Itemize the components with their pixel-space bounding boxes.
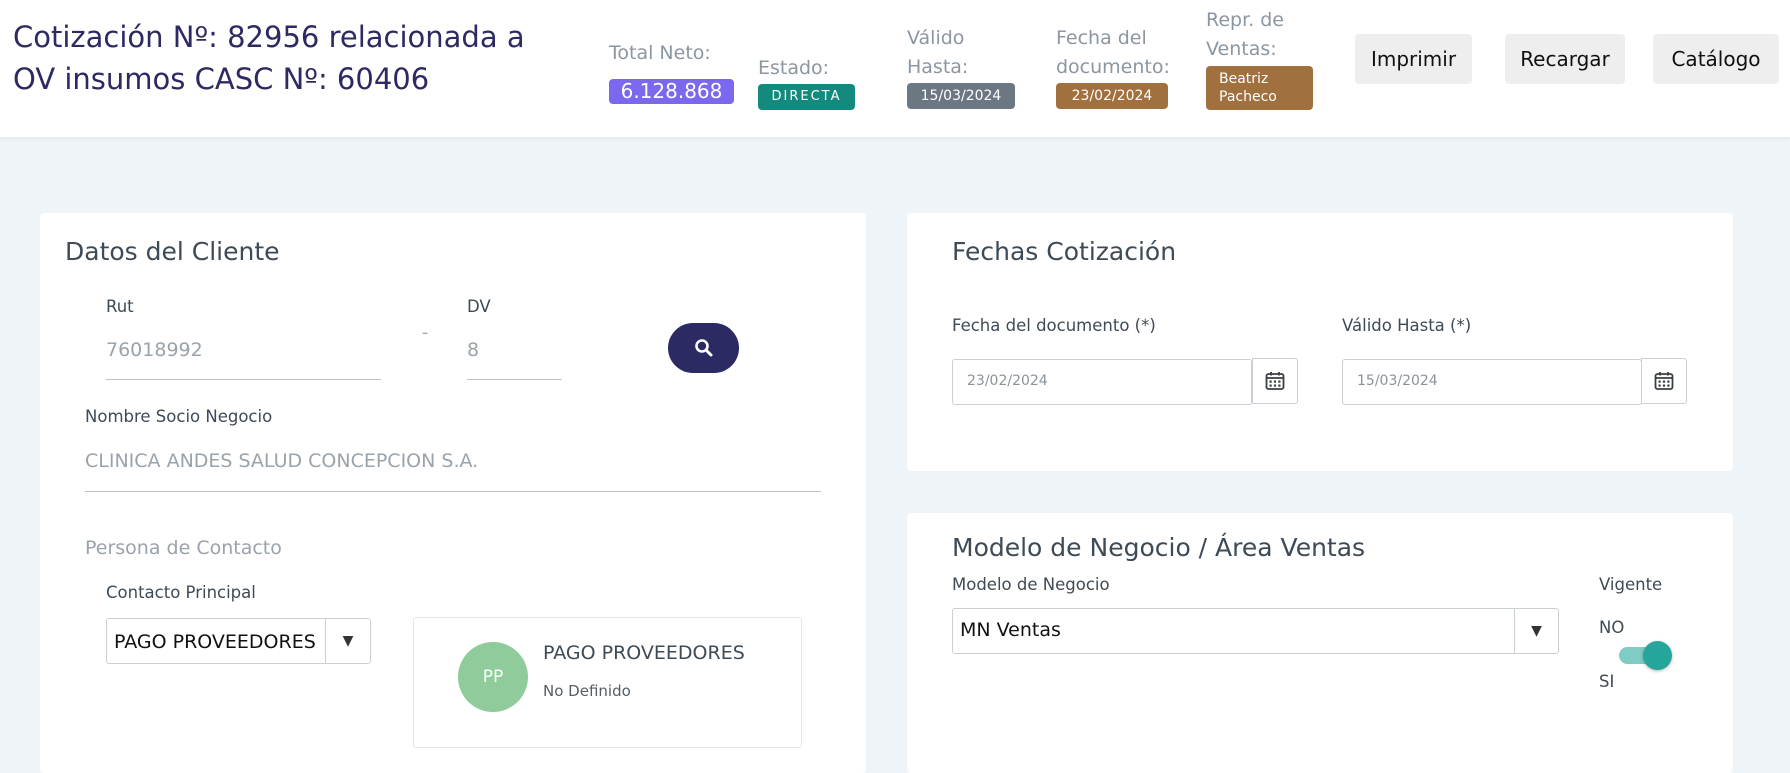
valido-hasta-label: Válido Hasta (*) bbox=[1342, 316, 1472, 335]
card-title: Modelo de Negocio / Área Ventas bbox=[952, 533, 1366, 562]
calendar-icon bbox=[1654, 372, 1674, 390]
fechas-cotizacion-card: Fechas Cotización Fecha del documento (*… bbox=[907, 213, 1733, 471]
datos-cliente-card: Datos del Cliente Rut 76018992 - DV 8 No… bbox=[40, 213, 866, 773]
contacto-principal-value: PAGO PROVEEDORES bbox=[114, 631, 316, 653]
total-neto-label: Total Neto: bbox=[609, 42, 711, 64]
catalogo-button[interactable]: Catálogo bbox=[1653, 34, 1779, 84]
search-button[interactable] bbox=[668, 323, 739, 373]
valido-hasta-badge: 15/03/2024 bbox=[907, 83, 1015, 109]
repr-ventas-badge: Beatriz Pacheco bbox=[1206, 66, 1313, 110]
chevron-down-icon: ▼ bbox=[325, 619, 370, 663]
vigente-si-label: SI bbox=[1599, 672, 1615, 691]
modelo-negocio-value: MN Ventas bbox=[960, 619, 1061, 641]
search-icon bbox=[694, 339, 712, 357]
valido-hasta-input[interactable]: 15/03/2024 bbox=[1342, 359, 1642, 405]
estado-label: Estado: bbox=[758, 57, 830, 79]
page-title: Cotización Nº: 82956 relacionada a OV in… bbox=[13, 20, 525, 96]
nombre-socio-underline bbox=[85, 491, 821, 492]
fecha-doc-badge: 23/02/2024 bbox=[1056, 83, 1168, 109]
contacto-principal-label: Contacto Principal bbox=[106, 583, 256, 602]
rut-underline bbox=[106, 379, 381, 380]
avatar: PP bbox=[458, 642, 528, 712]
fecha-doc-input[interactable]: 23/02/2024 bbox=[952, 359, 1252, 405]
vigente-toggle[interactable] bbox=[1619, 641, 1672, 670]
fecha-doc-value: 23/02/2024 bbox=[967, 373, 1048, 389]
contacto-principal-select[interactable]: PAGO PROVEEDORES ▼ bbox=[106, 618, 371, 664]
rut-label: Rut bbox=[106, 297, 134, 316]
dv-underline bbox=[467, 379, 562, 380]
toggle-knob bbox=[1643, 641, 1672, 670]
modelo-negocio-label: Modelo de Negocio bbox=[952, 575, 1110, 594]
top-header: Cotización Nº: 82956 relacionada a OV in… bbox=[0, 0, 1790, 137]
fecha-doc-label: Fecha del documento (*) bbox=[952, 316, 1156, 335]
persona-contacto-heading: Persona de Contacto bbox=[85, 537, 282, 559]
total-neto-badge: 6.128.868 bbox=[609, 79, 734, 104]
rut-separator: - bbox=[422, 323, 429, 343]
modelo-negocio-card: Modelo de Negocio / Área Ventas Modelo d… bbox=[907, 513, 1733, 773]
valido-hasta-calendar-button[interactable] bbox=[1641, 358, 1687, 404]
imprimir-button[interactable]: Imprimir bbox=[1355, 34, 1472, 84]
card-title: Fechas Cotización bbox=[952, 237, 1177, 266]
contact-name: PAGO PROVEEDORES bbox=[543, 642, 745, 664]
dv-input[interactable]: 8 bbox=[467, 339, 479, 361]
estado-badge: DIRECTA bbox=[758, 84, 855, 110]
rut-input[interactable]: 76018992 bbox=[106, 339, 203, 361]
vigente-no-label: NO bbox=[1599, 618, 1625, 637]
vigente-label: Vigente bbox=[1599, 575, 1663, 594]
fecha-doc-calendar-button[interactable] bbox=[1252, 358, 1298, 404]
chevron-down-icon: ▼ bbox=[1514, 609, 1558, 653]
repr-ventas-label: Repr. de Ventas: bbox=[1206, 9, 1284, 60]
contact-card: PP PAGO PROVEEDORES No Definido bbox=[413, 617, 802, 748]
modelo-negocio-select[interactable]: MN Ventas ▼ bbox=[952, 608, 1559, 654]
valido-hasta-value: 15/03/2024 bbox=[1357, 373, 1438, 389]
calendar-icon bbox=[1265, 372, 1285, 390]
contact-detail: No Definido bbox=[543, 682, 631, 700]
nombre-socio-label: Nombre Socio Negocio bbox=[85, 407, 273, 426]
recargar-button[interactable]: Recargar bbox=[1505, 34, 1625, 84]
nombre-socio-input[interactable]: CLINICA ANDES SALUD CONCEPCION S.A. bbox=[85, 450, 478, 472]
dv-label: DV bbox=[467, 297, 491, 316]
card-title: Datos del Cliente bbox=[65, 237, 280, 266]
fecha-doc-label: Fecha del documento: bbox=[1056, 27, 1170, 78]
valido-hasta-label: Válido Hasta: bbox=[907, 27, 969, 78]
